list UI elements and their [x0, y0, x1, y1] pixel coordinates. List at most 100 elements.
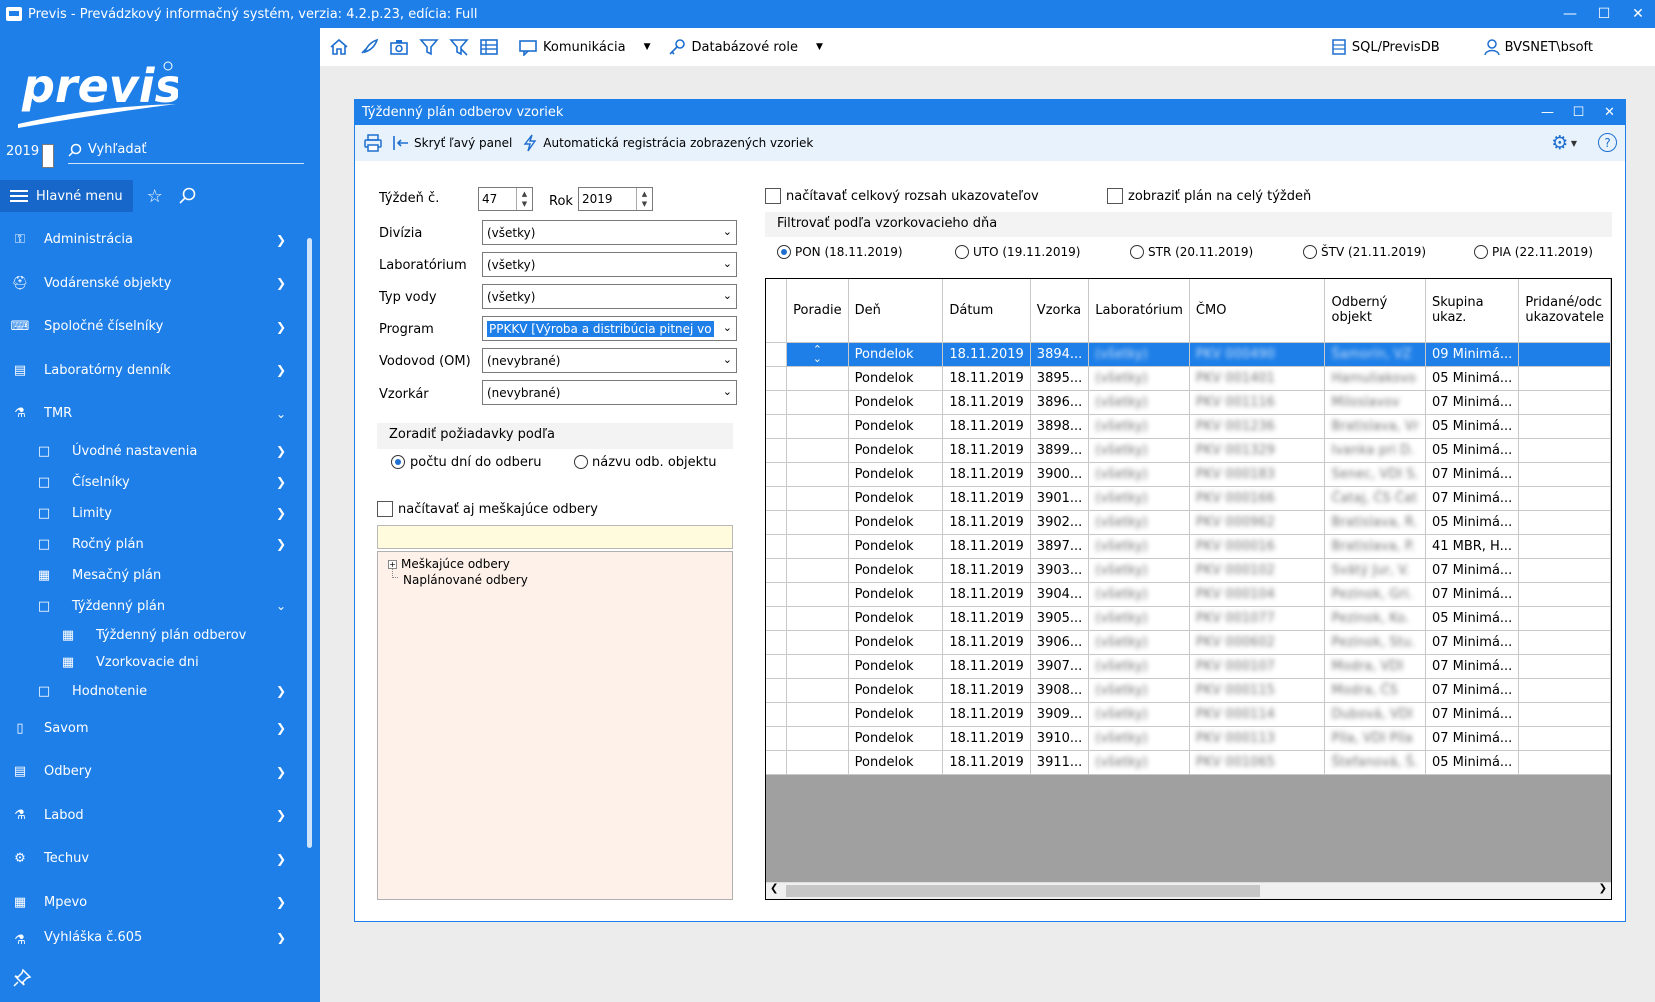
tree-filter-input[interactable]: [377, 525, 733, 549]
den-cell[interactable]: Pondelok: [848, 678, 944, 703]
day-uto-radio[interactable]: [955, 245, 969, 259]
pridane-cell[interactable]: [1518, 438, 1611, 463]
scroll-thumb[interactable]: [786, 885, 1260, 897]
objekt-cell[interactable]: Štefanová, Š.: [1324, 750, 1426, 775]
objekt-cell[interactable]: Bratislava, P.: [1324, 534, 1426, 559]
objekt-cell[interactable]: Modra, VDI: [1324, 654, 1426, 679]
table-row[interactable]: Pondelok 18.11.2019 3903... (všetky) PKV 000…: [766, 558, 1611, 583]
lab-cell[interactable]: (všetky): [1088, 462, 1190, 487]
pin-icon[interactable]: [12, 968, 32, 988]
table-row[interactable]: Pondelok 18.11.2019 3909... (všetky) PKV 000…: [766, 702, 1611, 727]
objekt-cell[interactable]: Pezinok, Stu.: [1324, 630, 1426, 655]
col-laboratorium[interactable]: Laboratórium: [1088, 279, 1190, 343]
table-row[interactable]: Pondelok 18.11.2019 3901... (všetky) PKV 000…: [766, 486, 1611, 511]
vzorka-cell[interactable]: 3896...: [1030, 390, 1090, 415]
poradie-cell[interactable]: [786, 726, 849, 751]
vzorka-cell[interactable]: 3897...: [1030, 534, 1090, 559]
lab-cell[interactable]: (všetky): [1088, 534, 1190, 559]
row-selector[interactable]: [766, 486, 788, 511]
skupina-cell[interactable]: 05 Minimá...: [1425, 510, 1520, 535]
datum-cell[interactable]: 18.11.2019: [942, 726, 1031, 751]
home-icon[interactable]: [324, 32, 354, 62]
scroll-right-icon[interactable]: ❯: [1599, 883, 1607, 894]
datum-cell[interactable]: 18.11.2019: [942, 534, 1031, 559]
table-row[interactable]: Pondelok 18.11.2019 3907... (všetky) PKV 000…: [766, 654, 1611, 679]
objekt-cell[interactable]: Svätý Jur, V.: [1324, 558, 1426, 583]
lab-cell[interactable]: (všetky): [1088, 582, 1190, 607]
dialog-maximize-icon[interactable]: ☐: [1563, 100, 1594, 125]
table-row[interactable]: Pondelok 18.11.2019 3895... (všetky) PKV 001…: [766, 366, 1611, 391]
pridane-cell[interactable]: [1518, 462, 1611, 487]
datum-cell[interactable]: 18.11.2019: [942, 558, 1031, 583]
pridane-cell[interactable]: [1518, 630, 1611, 655]
cmo-cell[interactable]: PKV 000104: [1189, 582, 1326, 607]
row-selector[interactable]: [766, 678, 788, 703]
menu-item-mpevo[interactable]: ▦ Mpevo ❯: [0, 881, 310, 925]
skupina-cell[interactable]: 07 Minimá...: [1425, 486, 1520, 511]
poradie-cell[interactable]: [786, 438, 849, 463]
table-row[interactable]: Pondelok 18.11.2019 3905... (všetky) PKV 001…: [766, 606, 1611, 631]
tree-node-naplanovane[interactable]: Naplánované odbery: [403, 573, 528, 587]
datum-cell[interactable]: 18.11.2019: [942, 342, 1031, 367]
sort-by-days-radio[interactable]: [391, 455, 405, 469]
star-icon[interactable]: ☆: [147, 186, 163, 207]
poradie-cell[interactable]: [786, 582, 849, 607]
datum-cell[interactable]: 18.11.2019: [942, 750, 1031, 775]
year-selector[interactable]: 2019 ▲ ▼: [6, 144, 55, 168]
skupina-cell[interactable]: 41 MBR, H...: [1425, 534, 1520, 559]
skupina-cell[interactable]: 07 Minimá...: [1425, 702, 1520, 727]
help-icon[interactable]: ?: [1598, 133, 1617, 152]
row-selector[interactable]: [766, 462, 788, 487]
pridane-cell[interactable]: [1518, 510, 1611, 535]
datum-cell[interactable]: 18.11.2019: [942, 606, 1031, 631]
reorder-icon[interactable]: ⌃ ⌄: [793, 344, 842, 364]
skupina-cell[interactable]: 07 Minimá...: [1425, 654, 1520, 679]
den-cell[interactable]: Pondelok: [848, 582, 944, 607]
pridane-cell[interactable]: [1518, 702, 1611, 727]
objekt-cell[interactable]: Píla, VDI Píla: [1324, 726, 1426, 751]
print-icon[interactable]: [363, 133, 383, 153]
skupina-cell[interactable]: 05 Minimá...: [1425, 606, 1520, 631]
row-selector[interactable]: [766, 654, 788, 679]
settings-gear-icon[interactable]: ⚙ ▼: [1551, 132, 1577, 154]
tyzden-spinner[interactable]: 47 ▲ ▼: [478, 187, 533, 211]
vzorka-cell[interactable]: 3899...: [1030, 438, 1090, 463]
table-row[interactable]: Pondelok 18.11.2019 3910... (všetky) PKV 000…: [766, 726, 1611, 751]
row-selector[interactable]: [766, 750, 788, 775]
skupina-cell[interactable]: 05 Minimá...: [1425, 366, 1520, 391]
menu-item-uvodne-nastavenia[interactable]: □ Úvodné nastavenia ❯: [0, 436, 310, 467]
rocket-icon[interactable]: [354, 32, 384, 62]
vzorka-cell[interactable]: 3911...: [1030, 750, 1090, 775]
den-cell[interactable]: Pondelok: [848, 558, 944, 583]
den-cell[interactable]: Pondelok: [848, 390, 944, 415]
poradie-cell[interactable]: [786, 366, 849, 391]
user-indicator[interactable]: BVSNET\bsoft: [1483, 38, 1593, 56]
vzorka-cell[interactable]: 3904...: [1030, 582, 1090, 607]
cely-tyzden-checkbox[interactable]: [1107, 188, 1123, 204]
databazove-role-menu[interactable]: Databázové role ▼: [667, 38, 823, 56]
laboratorium-select[interactable]: (všetky) ⌄: [482, 252, 737, 277]
spinner-arrows-icon[interactable]: ▲ ▼: [516, 188, 532, 210]
col-odberny-objekt[interactable]: Odberný objekt: [1324, 279, 1426, 343]
day-str-radio[interactable]: [1130, 245, 1144, 259]
menu-item-tyzdenny-plan-odberov[interactable]: ▦ Týždenný plán odberov: [0, 622, 310, 649]
col-pridane[interactable]: Pridané/odc ukazovatele: [1518, 279, 1611, 343]
menu-item-savom[interactable]: ▯ Savom ❯: [0, 707, 310, 751]
datum-cell[interactable]: 18.11.2019: [942, 702, 1031, 727]
auto-registration-button[interactable]: Automatická registrácia zobrazených vzor…: [522, 134, 813, 152]
pridane-cell[interactable]: [1518, 582, 1611, 607]
table-row[interactable]: Pondelok 18.11.2019 3898... (všetky) PKV 001…: [766, 414, 1611, 439]
den-cell[interactable]: Pondelok: [848, 702, 944, 727]
row-selector[interactable]: [766, 414, 788, 439]
pridane-cell[interactable]: [1518, 366, 1611, 391]
vzorkar-select[interactable]: (nevybrané) ⌄: [482, 380, 737, 405]
objekt-cell[interactable]: Čataj, ČS Čat: [1324, 486, 1426, 511]
vzorka-cell[interactable]: 3907...: [1030, 654, 1090, 679]
lab-cell[interactable]: (všetky): [1088, 654, 1190, 679]
poradie-cell[interactable]: ⌃ ⌄: [786, 342, 849, 367]
poradie-cell[interactable]: [786, 630, 849, 655]
pridane-cell[interactable]: [1518, 486, 1611, 511]
table-row[interactable]: Pondelok 18.11.2019 3902... (všetky) PKV 000…: [766, 510, 1611, 535]
menu-item-spolocne-ciselniky[interactable]: ⌨ Spoločné číselníky ❯: [0, 305, 310, 349]
col-skupina[interactable]: Skupina ukaz.: [1425, 279, 1520, 343]
